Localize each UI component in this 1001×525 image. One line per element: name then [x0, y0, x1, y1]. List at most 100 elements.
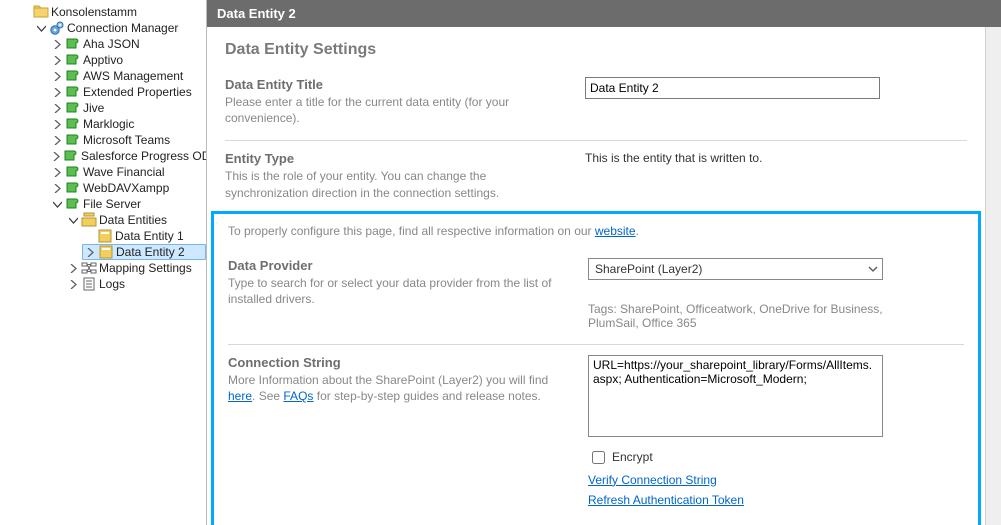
- data-provider-label: Data Provider: [228, 258, 568, 273]
- entity-title-input[interactable]: [585, 77, 880, 99]
- puzzle-icon: [65, 100, 81, 116]
- tree-item-aha-json[interactable]: Aha JSON: [50, 36, 206, 52]
- here-link[interactable]: here: [228, 389, 252, 403]
- tree-data-entity-2[interactable]: Data Entity 2: [82, 244, 206, 260]
- puzzle-icon: [65, 132, 81, 148]
- connstr-hint-mid: . See: [252, 389, 283, 403]
- puzzle-icon: [65, 196, 81, 212]
- tree-item-label: Aha JSON: [81, 37, 140, 51]
- tree-item-marklogic[interactable]: Marklogic: [50, 116, 206, 132]
- tree-data-entities[interactable]: Data Entities: [66, 212, 206, 228]
- data-provider-select[interactable]: SharePoint (Layer2): [588, 258, 883, 280]
- tree-item-file-server[interactable]: File Server: [50, 196, 206, 212]
- puzzle-icon: [65, 36, 81, 52]
- folder-icon: [33, 4, 49, 20]
- tree-item-microsoft-teams[interactable]: Microsoft Teams: [50, 132, 206, 148]
- tree-data-entities-label: Data Entities: [97, 213, 167, 227]
- settings-heading: Data Entity Settings: [225, 41, 967, 59]
- connection-string-input[interactable]: [588, 355, 883, 437]
- faqs-link[interactable]: FAQs: [283, 389, 313, 403]
- chevron-down-icon[interactable]: [68, 215, 79, 226]
- tree-root-konsolenstamm[interactable]: Konsolenstamm: [18, 4, 206, 20]
- website-link[interactable]: website: [595, 224, 636, 238]
- entity-title-hint: Please enter a title for the current dat…: [225, 94, 565, 126]
- chevron-right-icon[interactable]: [52, 71, 63, 82]
- tree-entity1-label: Data Entity 1: [113, 229, 184, 243]
- tree-cm-label: Connection Manager: [65, 21, 178, 35]
- verify-connection-link[interactable]: Verify Connection String: [588, 473, 964, 487]
- puzzle-icon: [65, 68, 81, 84]
- config-info-line: To properly configure this page, find al…: [228, 224, 964, 238]
- logs-icon: [81, 276, 97, 292]
- entities-icon: [81, 212, 97, 228]
- tree-item-apptivo[interactable]: Apptivo: [50, 52, 206, 68]
- navigation-tree: Konsolenstamm Connection Manager Aha JSO…: [0, 0, 206, 525]
- puzzle-icon: [65, 164, 81, 180]
- tree-item-label: Jive: [81, 101, 104, 115]
- puzzle-icon: [65, 180, 81, 196]
- connection-string-label: Connection String: [228, 355, 568, 370]
- chevron-right-icon[interactable]: [52, 119, 63, 130]
- chevron-right-icon[interactable]: [52, 39, 63, 50]
- tree-logs-label: Logs: [97, 277, 125, 291]
- puzzle-icon: [65, 52, 81, 68]
- page-title: Data Entity 2: [217, 6, 296, 21]
- provider-config-region: To properly configure this page, find al…: [211, 211, 981, 525]
- tree-item-label: Apptivo: [81, 53, 123, 67]
- tree-data-entity-1[interactable]: Data Entity 1: [82, 228, 206, 244]
- tree-item-webdavxampp[interactable]: WebDAVXampp: [50, 180, 206, 196]
- tree-item-extended-properties[interactable]: Extended Properties: [50, 84, 206, 100]
- gears-icon: [49, 20, 65, 36]
- tree-entity2-label: Data Entity 2: [114, 245, 185, 259]
- config-info-prefix: To properly configure this page, find al…: [228, 224, 595, 238]
- chevron-down-icon[interactable]: [36, 23, 47, 34]
- mapping-icon: [81, 260, 97, 276]
- chevron-down-icon: [864, 259, 882, 279]
- entity-icon: [98, 244, 114, 260]
- puzzle-icon: [65, 116, 81, 132]
- scrollbar[interactable]: [985, 27, 1001, 525]
- entity-type-hint: This is the role of your entity. You can…: [225, 168, 565, 200]
- tree-root-label: Konsolenstamm: [49, 5, 137, 19]
- chevron-right-icon[interactable]: [52, 135, 63, 146]
- tree-mapping-label: Mapping Settings: [97, 261, 192, 275]
- tree-item-jive[interactable]: Jive: [50, 100, 206, 116]
- tree-logs[interactable]: Logs: [66, 276, 206, 292]
- tree-item-label: WebDAVXampp: [81, 181, 169, 195]
- chevron-right-icon[interactable]: [68, 263, 79, 274]
- connection-string-hint: More Information about the SharePoint (L…: [228, 372, 568, 404]
- tree-connection-manager[interactable]: Connection Manager: [34, 20, 206, 36]
- tree-item-label: Marklogic: [81, 117, 134, 131]
- chevron-right-icon[interactable]: [52, 103, 63, 114]
- tree-item-wave-financial[interactable]: Wave Financial: [50, 164, 206, 180]
- refresh-token-link[interactable]: Refresh Authentication Token: [588, 493, 964, 507]
- data-provider-hint: Type to search for or select your data p…: [228, 275, 568, 307]
- tree-item-label: AWS Management: [81, 69, 183, 83]
- tree-item-label: Microsoft Teams: [81, 133, 170, 147]
- tree-item-label: Salesforce Progress ODBC: [79, 149, 206, 163]
- config-info-suffix: .: [636, 224, 639, 238]
- entity-title-label: Data Entity Title: [225, 77, 565, 92]
- entity-type-text: This is the entity that is written to.: [585, 151, 967, 165]
- data-provider-tags: Tags: SharePoint, Officeatwork, OneDrive…: [588, 302, 888, 330]
- chevron-right-icon[interactable]: [52, 55, 63, 66]
- page-title-bar: Data Entity 2: [207, 0, 1001, 27]
- chevron-right-icon[interactable]: [52, 151, 61, 162]
- chevron-down-icon[interactable]: [52, 199, 63, 210]
- tree-item-label: File Server: [81, 197, 141, 211]
- chevron-right-icon[interactable]: [85, 247, 96, 258]
- chevron-right-icon[interactable]: [52, 87, 63, 98]
- chevron-right-icon[interactable]: [68, 279, 79, 290]
- connstr-hint-post: for step-by-step guides and release note…: [313, 389, 540, 403]
- entity-icon: [97, 228, 113, 244]
- tree-item-label: Extended Properties: [81, 85, 192, 99]
- puzzle-icon: [63, 148, 79, 164]
- tree-mapping-settings[interactable]: Mapping Settings: [66, 260, 206, 276]
- chevron-right-icon[interactable]: [52, 167, 63, 178]
- tree-item-salesforce-progress-odbc[interactable]: Salesforce Progress ODBC: [50, 148, 206, 164]
- tree-item-aws-management[interactable]: AWS Management: [50, 68, 206, 84]
- tree-item-label: Wave Financial: [81, 165, 165, 179]
- chevron-right-icon[interactable]: [52, 183, 63, 194]
- encrypt-checkbox[interactable]: [592, 451, 605, 464]
- connstr-hint-pre: More Information about the SharePoint (L…: [228, 373, 548, 387]
